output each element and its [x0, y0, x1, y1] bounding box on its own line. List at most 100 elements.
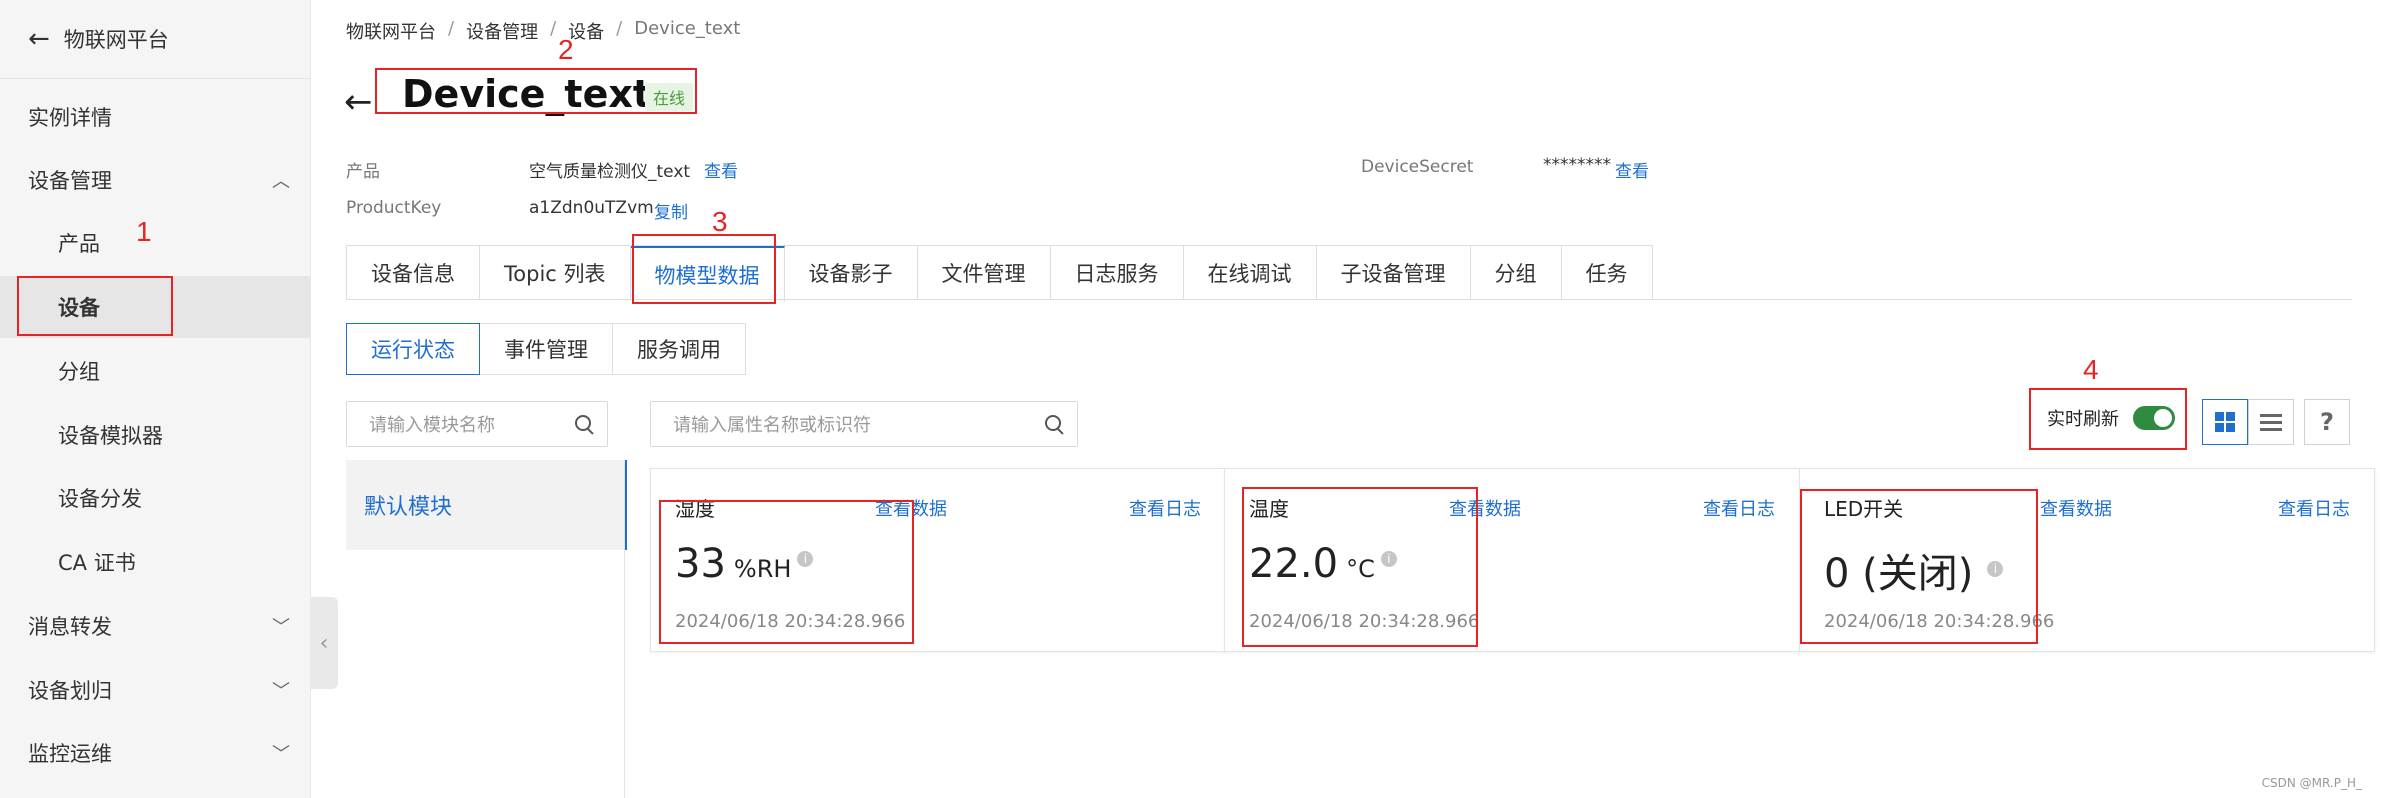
property-card-temperature: 温度 查看数据 查看日志 22.0 °C i 2024/06/18 20:34:28…	[1224, 468, 1800, 652]
breadcrumb-item[interactable]: 物联网平台	[346, 18, 436, 44]
sidebar-item-ca-certificate[interactable]: CA 证书	[0, 531, 310, 593]
arrow-left-icon[interactable]: ←	[28, 24, 50, 54]
devicesecret-value: ********	[1543, 155, 1611, 175]
module-item-default[interactable]: 默认模块	[346, 460, 627, 550]
sidebar-item-label: 产品	[58, 232, 100, 256]
sidebar-item-device-assignment[interactable]: 设备划归 ﹀	[0, 659, 310, 721]
info-icon[interactable]: i	[797, 550, 814, 567]
tabs-divider	[346, 299, 2352, 300]
property-timestamp: 2024/06/18 20:34:28.966	[1824, 611, 2055, 632]
breadcrumb-item[interactable]: 设备管理	[466, 18, 538, 44]
view-data-link[interactable]: 查看数据	[2040, 495, 2112, 521]
help-button[interactable]: ?	[2304, 399, 2350, 445]
sub-tabs: 运行状态 事件管理 服务调用	[346, 323, 746, 375]
sidebar-item-label: 消息转发	[28, 615, 112, 639]
view-log-link[interactable]: 查看日志	[1703, 495, 1775, 521]
main-tabs: 设备信息 Topic 列表 物模型数据 设备影子 文件管理 日志服务 在线调试 …	[346, 245, 1653, 302]
sidebar-item-monitoring-ops[interactable]: 监控运维 ﹀	[0, 722, 310, 784]
annotation-number-4: 4	[2083, 354, 2099, 385]
sidebar-header[interactable]: ← 物联网平台	[0, 0, 310, 79]
watermark: CSDN @MR.P_H_	[2261, 776, 2362, 790]
devicesecret-view-link[interactable]: 查看	[1615, 157, 1649, 182]
tab-sub-device[interactable]: 子设备管理	[1316, 246, 1471, 300]
sidebar-item-label: CA 证书	[58, 551, 136, 575]
productkey-label: ProductKey	[346, 198, 442, 218]
view-data-link[interactable]: 查看数据	[1449, 495, 1521, 521]
help-icon: ?	[2320, 408, 2334, 436]
property-card-led-switch: LED开关 查看数据 查看日志 0 (关闭) i 2024/06/18 20:34…	[1799, 468, 2375, 652]
property-search-input[interactable]: 请输入属性名称或标识符	[650, 401, 1078, 447]
search-icon[interactable]	[573, 413, 595, 435]
chevron-down-icon: ﹀	[272, 744, 290, 765]
grid-view-icon	[2215, 412, 2235, 432]
sidebar-item-label: 设备	[58, 296, 100, 320]
product-view-link[interactable]: 查看	[704, 157, 738, 182]
sidebar-item-label: 监控运维	[28, 742, 112, 766]
realtime-refresh: 实时刷新	[2047, 405, 2175, 431]
tab-group[interactable]: 分组	[1470, 246, 1562, 300]
list-view-button[interactable]	[2248, 399, 2294, 445]
annotation-number-2: 2	[558, 34, 574, 65]
property-value: 22.0	[1249, 541, 1339, 587]
breadcrumb-separator: /	[616, 18, 623, 39]
status-badge: 在线	[645, 83, 694, 111]
property-timestamp: 2024/06/18 20:34:28.966	[675, 611, 906, 632]
info-icon[interactable]: i	[1380, 550, 1397, 567]
search-icon[interactable]	[1043, 413, 1065, 435]
product-label: 产品	[346, 162, 380, 182]
tab-device-shadow[interactable]: 设备影子	[784, 246, 918, 300]
tab-topic-list[interactable]: Topic 列表	[480, 246, 631, 300]
property-name: 湿度	[675, 497, 715, 521]
back-arrow-icon[interactable]: ←	[344, 82, 373, 122]
sidebar-item-label: 设备划归	[28, 679, 112, 703]
sidebar-item-label: 设备模拟器	[58, 424, 163, 448]
property-value: 33	[675, 541, 726, 587]
sidebar-item-device[interactable]: 设备	[0, 276, 310, 338]
sidebar-title: 物联网平台	[63, 28, 169, 52]
tab-log-service[interactable]: 日志服务	[1050, 246, 1184, 300]
sidebar-item-group[interactable]: 分组	[0, 340, 310, 402]
card-view-button[interactable]	[2202, 399, 2248, 445]
sidebar-collapse-handle[interactable]: ‹	[310, 597, 338, 689]
devicesecret-label: DeviceSecret	[1361, 157, 1474, 177]
realtime-refresh-label: 实时刷新	[2047, 409, 2119, 430]
page-title: Device_text	[402, 72, 652, 116]
view-data-link[interactable]: 查看数据	[875, 495, 947, 521]
property-card-humidity: 湿度 查看数据 查看日志 33 %RH i 2024/06/18 20:34:28.…	[650, 468, 1226, 652]
property-name: LED开关	[1824, 497, 1904, 521]
view-log-link[interactable]: 查看日志	[1129, 495, 1201, 521]
property-value: 0 (关闭)	[1824, 551, 1974, 597]
tab-device-info[interactable]: 设备信息	[347, 246, 480, 300]
sidebar-item-label: 设备管理	[28, 169, 112, 193]
sidebar-item-product[interactable]: 产品	[0, 212, 310, 274]
chevron-down-icon: ﹀	[272, 681, 290, 702]
tab-online-debug[interactable]: 在线调试	[1183, 246, 1317, 300]
property-value-row: 33 %RH i	[675, 541, 814, 587]
sidebar-item-device-simulator[interactable]: 设备模拟器	[0, 404, 310, 466]
property-search-placeholder: 请输入属性名称或标识符	[673, 415, 871, 436]
tab-task[interactable]: 任务	[1561, 246, 1652, 300]
productkey-copy-link[interactable]: 复制	[654, 198, 688, 223]
module-search-input[interactable]: 请输入模块名称	[346, 401, 608, 447]
breadcrumb-current: Device_text	[634, 18, 741, 39]
property-value-row: 0 (关闭) i	[1824, 541, 2004, 599]
subtab-service-call[interactable]: 服务调用	[612, 323, 746, 375]
tab-thing-model-data[interactable]: 物模型数据	[630, 246, 785, 302]
subtab-event-management[interactable]: 事件管理	[479, 323, 613, 375]
productkey-value: a1Zdn0uTZvm	[529, 198, 654, 218]
sidebar-item-instance-details[interactable]: 实例详情	[0, 86, 310, 148]
subtab-running-status[interactable]: 运行状态	[346, 323, 480, 375]
view-log-link[interactable]: 查看日志	[2278, 495, 2350, 521]
info-icon[interactable]: i	[1987, 560, 2004, 577]
annotation-number-3: 3	[712, 206, 728, 237]
sidebar-item-message-forwarding[interactable]: 消息转发 ﹀	[0, 595, 310, 657]
sidebar-item-device-distribution[interactable]: 设备分发	[0, 467, 310, 529]
sidebar-item-label: 设备分发	[58, 487, 142, 511]
property-name: 温度	[1249, 497, 1289, 521]
sidebar-item-label: 分组	[58, 360, 100, 384]
sidebar-item-device-management[interactable]: 设备管理 ︿	[0, 149, 310, 211]
realtime-refresh-toggle[interactable]	[2133, 406, 2175, 430]
chevron-up-icon: ︿	[272, 171, 290, 192]
tab-file-management[interactable]: 文件管理	[917, 246, 1051, 300]
breadcrumb: 物联网平台 / 设备管理 / 设备 / Device_text	[346, 18, 740, 44]
